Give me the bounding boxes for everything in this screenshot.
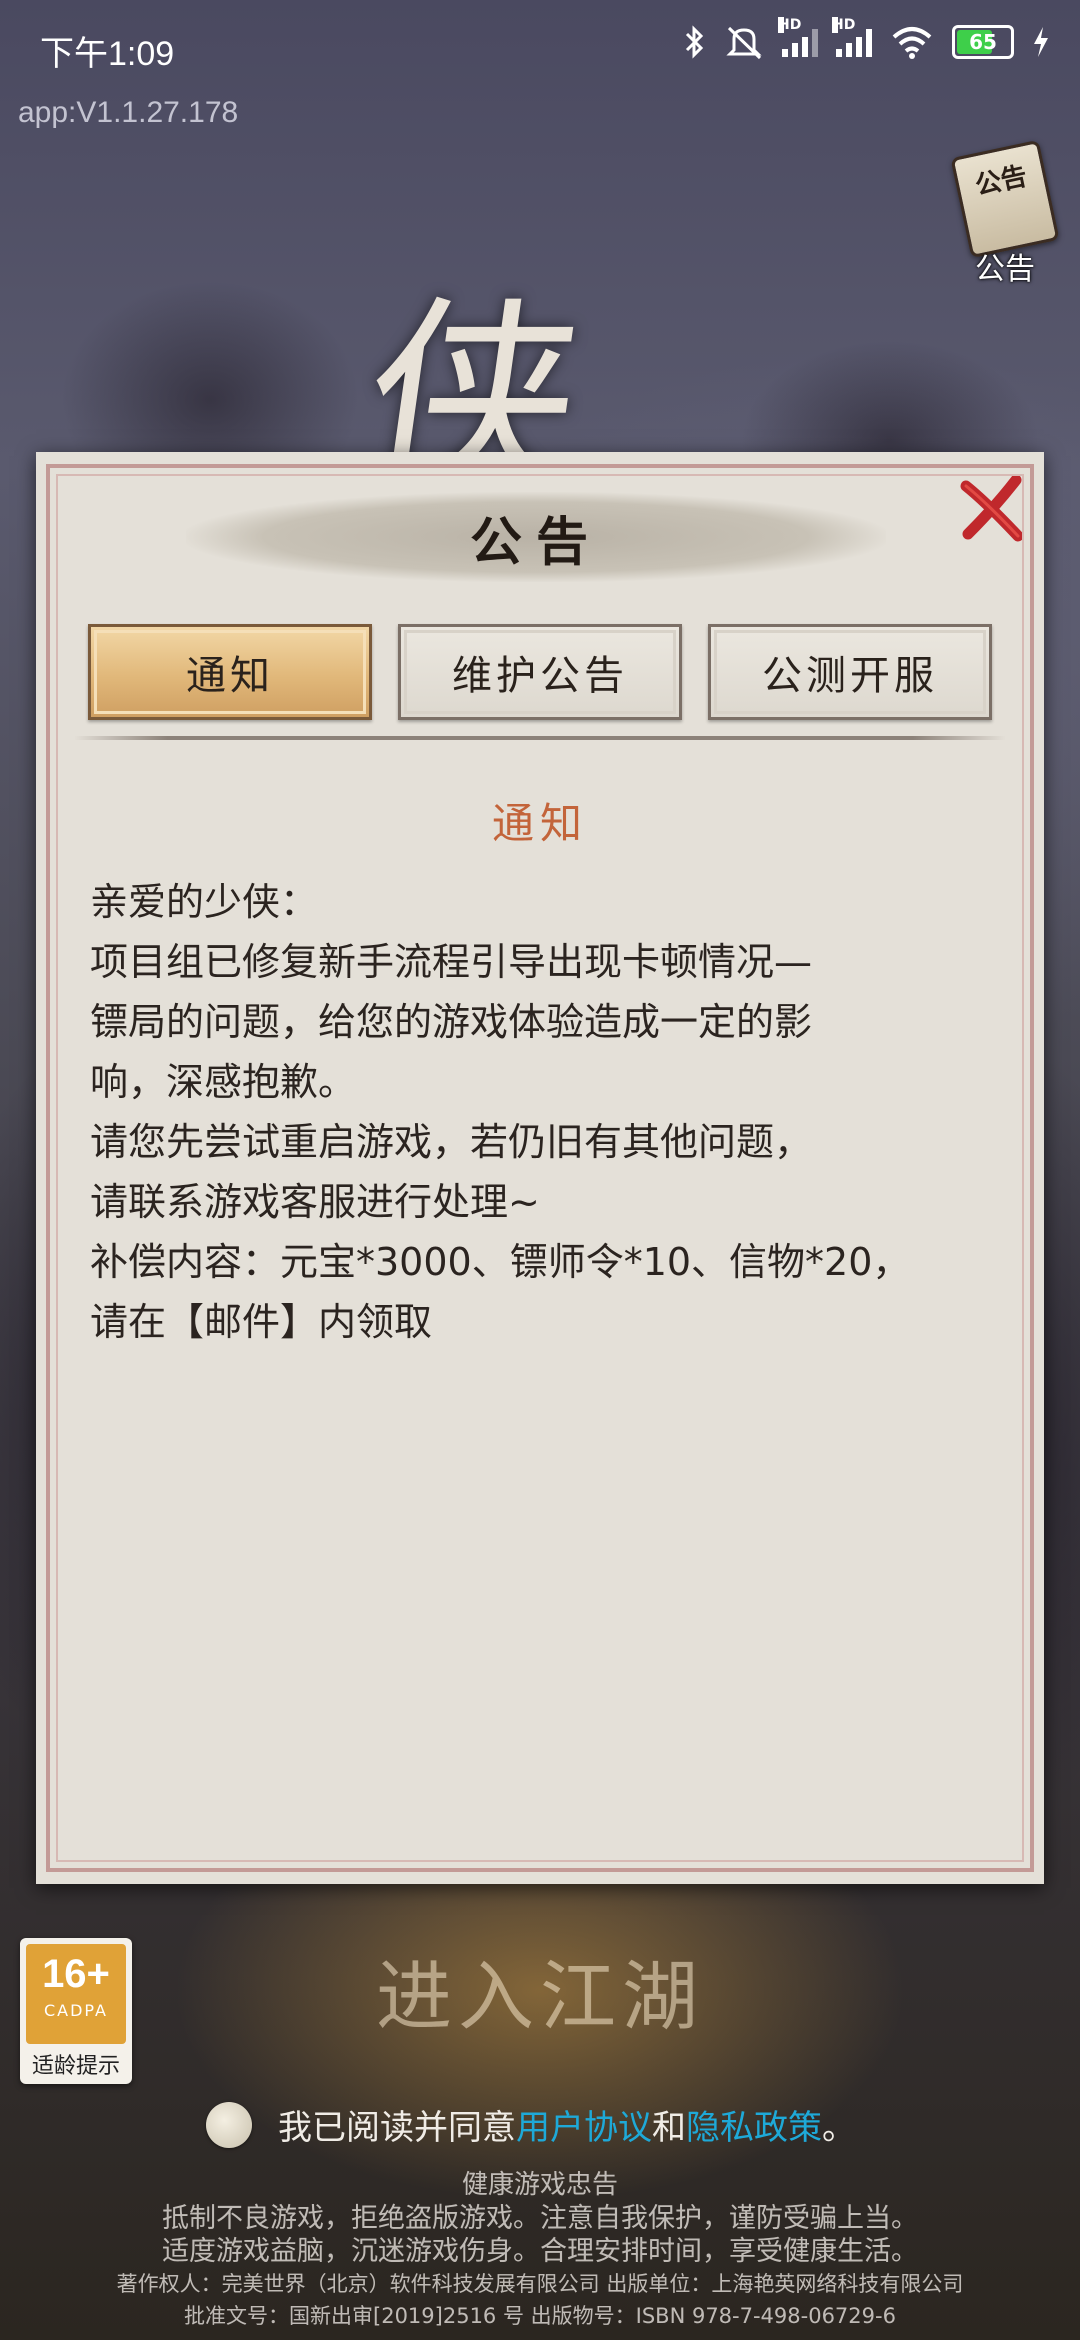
health-notice-line: 抵制不良游戏，拒绝盗版游戏。注意自我保护，谨防受骗上当。 — [162, 2203, 918, 2234]
notice-button-label: 公告 — [975, 252, 1035, 287]
signal-icon: HD — [778, 17, 818, 57]
notice-button[interactable]: 公告 公告 — [950, 139, 1060, 287]
battery-icon: 65 — [952, 25, 1014, 59]
app-version: app:V1.1.27.178 — [18, 96, 239, 129]
tab-notice[interactable]: 通知 — [88, 624, 372, 720]
hd-label: HD — [778, 17, 802, 33]
content-line: 项目组已修复新手流程引导出现卡顿情况— — [90, 940, 813, 984]
content-line: 补偿内容：元宝*3000、镖师令*10、信物*20， — [90, 1240, 911, 1284]
signal-icon: HD — [832, 17, 872, 57]
health-notice: 健康游戏忠告 抵制不良游戏，拒绝盗版游戏。注意自我保护，谨防受骗上当。 适度游戏… — [0, 2168, 1080, 2332]
status-bar: 下午1:09 HD HD 65 — [0, 0, 1080, 96]
agreement-prefix: 我已阅读并同意 — [278, 2108, 516, 2148]
content-line: 请联系游戏客服进行处理~ — [90, 1180, 540, 1224]
battery-level: 65 — [969, 30, 997, 54]
enter-game-button[interactable]: 进入江湖 — [290, 1930, 790, 2050]
agreement-row: 我已阅读并同意 用户协议 和 隐私政策 。 — [206, 2100, 856, 2149]
age-rating-icon: 16+ CADPA — [26, 1944, 126, 2044]
content-line: 亲爱的少侠： — [90, 880, 319, 924]
tab-maintenance[interactable]: 维护公告 — [398, 624, 682, 720]
age-rating-value: 16+ — [42, 1952, 110, 1996]
agree-radio[interactable] — [206, 2101, 252, 2148]
divider — [74, 736, 1006, 740]
tab-open-beta[interactable]: 公测开服 — [708, 624, 992, 720]
content-line: 请在【邮件】内领取 — [90, 1300, 433, 1344]
announcement-dialog: 公告 通知 维护公告 公测开服 通知 亲爱的少侠： 项目组已修复新手流程引导出现… — [36, 452, 1044, 1884]
status-icons: HD HD 65 — [684, 17, 1050, 60]
close-icon[interactable] — [956, 472, 1028, 544]
content-line: 镖局的问题，给您的游戏体验造成一定的影 — [90, 1000, 813, 1044]
content-line: 响，深感抱歉。 — [90, 1060, 357, 1104]
content-line: 请您先尝试重启游戏，若仍旧有其他问题， — [90, 1120, 813, 1164]
user-agreement-link[interactable]: 用户协议 — [516, 2100, 652, 2149]
health-notice-title: 健康游戏忠告 — [461, 2170, 618, 2200]
status-time: 下午1:09 — [40, 35, 175, 73]
approval-line: 批准文号：国新出审[2019]2516 号 出版物号：ISBN 978-7-49… — [184, 2304, 896, 2328]
content-body: 亲爱的少侠： 项目组已修复新手流程引导出现卡顿情况— 镖局的问题，给您的游戏体验… — [90, 872, 1010, 1352]
wifi-icon — [892, 27, 932, 59]
notice-scroll-icon: 公告 — [950, 139, 1060, 259]
age-rating-label: 适龄提示 — [31, 2054, 120, 2079]
bluetooth-icon — [685, 25, 704, 59]
content-title: 通知 — [491, 799, 588, 848]
announcement-tabs: 通知 维护公告 公测开服 — [88, 624, 992, 720]
health-notice-line: 适度游戏益脑，沉迷游戏伤身。合理安排时间，享受健康生活。 — [162, 2236, 918, 2267]
dialog-title: 公告 — [469, 511, 602, 573]
mute-icon — [726, 26, 762, 60]
agreement-middle: 和 — [652, 2108, 686, 2148]
age-rating-org: CADPA — [43, 2001, 108, 2020]
charging-icon — [1034, 27, 1048, 57]
dialog-title-banner: 公告 — [186, 492, 886, 582]
privacy-policy-link[interactable]: 隐私政策 — [686, 2100, 822, 2149]
copyright-line: 著作权人：完美世界（北京）软件科技发展有限公司 出版单位：上海艳英网络科技有限公… — [116, 2272, 964, 2296]
hd-label: HD — [832, 17, 856, 33]
agreement-suffix: 。 — [822, 2108, 856, 2148]
age-rating-badge[interactable]: 16+ CADPA 适龄提示 — [20, 1938, 132, 2084]
